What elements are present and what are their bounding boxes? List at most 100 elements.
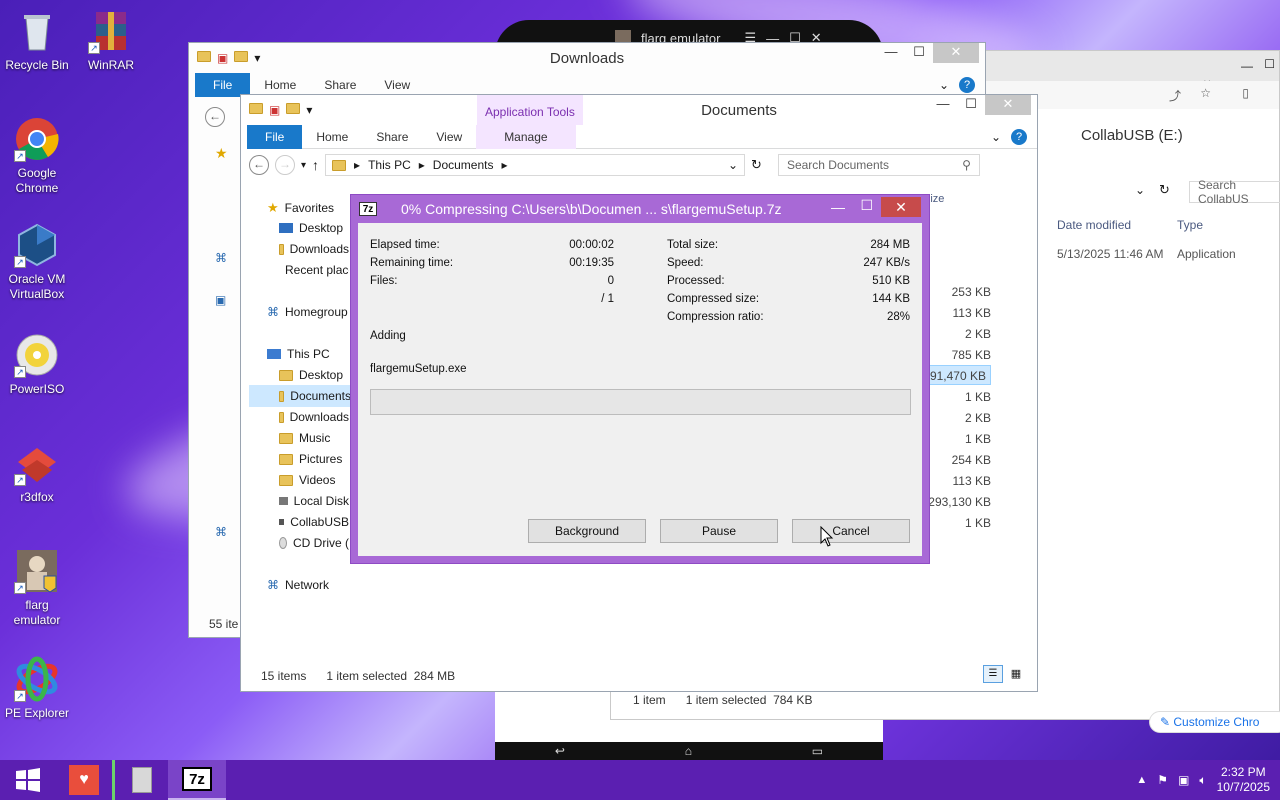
nav-pc-desktop[interactable]: Desktop [279, 368, 343, 382]
maximize-button[interactable]: ☐ [905, 43, 933, 63]
show-hidden-icons-icon[interactable]: ▲ [1136, 774, 1147, 786]
share-icon[interactable]: ⤴ [1169, 87, 1181, 104]
taskbar-health-app[interactable]: ♥ [56, 760, 112, 800]
star-icon[interactable]: ☆ [1200, 86, 1211, 100]
compression-ratio-label: Compression ratio: [667, 311, 764, 323]
breadcrumb-documents[interactable]: Documents [433, 158, 494, 172]
pause-button[interactable]: Pause [660, 519, 778, 543]
breadcrumb-this-pc[interactable]: This PC [368, 158, 411, 172]
maximize-icon[interactable]: ☐ [1264, 57, 1275, 71]
compress-progress-dialog[interactable]: 7z 0% Compressing C:\Users\b\Documen ...… [350, 194, 930, 564]
tab-view[interactable]: View [370, 73, 424, 97]
search-input[interactable]: Search Documents ⚲ [777, 154, 980, 176]
taskbar-7zip[interactable]: 7z [168, 760, 226, 800]
back-button[interactable]: ← [249, 155, 269, 175]
maximize-button[interactable]: ☐ [957, 95, 985, 115]
forward-button[interactable]: → [275, 155, 295, 175]
back-button[interactable]: ← [205, 107, 225, 127]
close-button[interactable]: ✕ [933, 43, 979, 63]
col-header-date[interactable]: Date modified [1057, 218, 1131, 232]
status-selected: 1 item selected 784 KB [685, 693, 813, 707]
nav-favorites[interactable]: ★ Favorites [267, 200, 334, 216]
nav-pc-documents[interactable]: Documents [249, 385, 351, 407]
recents-nav-icon[interactable]: ▭ [812, 744, 823, 758]
poweriso-icon: ↗ [14, 332, 60, 378]
desktop-icon-flarg-emulator[interactable]: ↗ flarg emulator [2, 548, 72, 628]
minimize-button[interactable]: — [929, 95, 957, 115]
breadcrumb-separator-icon: ▸ [354, 158, 361, 172]
action-label: Adding [370, 330, 406, 342]
nav-cd-drive[interactable]: CD Drive ( [279, 536, 349, 550]
clock[interactable]: 2:32 PM 10/7/2025 [1217, 765, 1270, 795]
desktop-icon-google-chrome[interactable]: ↗ Google Chrome [2, 116, 72, 196]
tab-share[interactable]: Share [362, 125, 422, 149]
expand-ribbon-icon[interactable]: ⌄ [991, 130, 1001, 144]
nav-homegroup[interactable]: ⌘ Homegroup [267, 305, 348, 319]
desktop-icon-poweriso[interactable]: ↗ PowerISO [2, 332, 72, 397]
nav-pc-downloads[interactable]: Downloads [279, 410, 349, 424]
address-bar[interactable]: ▸ This PC ▸ Documents ▸ ⌄ [325, 154, 746, 176]
tab-home[interactable]: Home [302, 125, 362, 149]
new-folder-icon[interactable] [286, 103, 301, 114]
tab-file[interactable]: File [247, 124, 303, 149]
sidebar-icon[interactable]: ▯ [1242, 86, 1249, 100]
nav-music[interactable]: Music [279, 431, 330, 445]
desktop-icon-recycle-bin[interactable]: Recycle Bin [2, 8, 72, 73]
7zip-taskbar-icon: 7z [182, 767, 212, 791]
close-button[interactable]: ✕ [985, 95, 1031, 115]
collab-address-chevron[interactable]: ⌄ [1135, 183, 1145, 197]
desktop-icon-r3dfox[interactable]: ↗ r3dfox [2, 440, 72, 505]
desktop-icon-virtualbox[interactable]: ↗ Oracle VM VirtualBox [2, 222, 72, 302]
size-cell: 1 KB [964, 516, 991, 530]
col-header-type[interactable]: Type [1177, 218, 1203, 232]
nav-this-pc[interactable]: This PC [267, 347, 330, 361]
help-icon[interactable]: ? [1011, 128, 1027, 145]
back-nav-icon[interactable]: ↩ [555, 744, 565, 758]
customize-chrome-button[interactable]: ✎ Customize Chro [1149, 711, 1280, 733]
address-dropdown-icon[interactable]: ⌄ [728, 158, 738, 172]
close-button[interactable]: ✕ [881, 197, 921, 217]
properties-icon[interactable]: ▣ [269, 103, 280, 117]
action-center-flag-icon[interactable]: ⚑ [1157, 773, 1168, 787]
help-icon[interactable]: ? [959, 76, 975, 93]
nav-videos[interactable]: Videos [279, 473, 335, 487]
nav-pictures[interactable]: Pictures [279, 452, 342, 466]
tab-share[interactable]: Share [310, 73, 370, 97]
tab-manage[interactable]: Manage [476, 124, 576, 149]
home-nav-icon[interactable]: ⌂ [685, 744, 692, 758]
cancel-button[interactable]: Cancel [792, 519, 910, 543]
background-button[interactable]: Background [528, 519, 646, 543]
minimize-button[interactable]: — [831, 199, 845, 215]
tab-file[interactable]: File [195, 72, 251, 97]
refresh-icon[interactable]: ↻ [751, 157, 762, 173]
minimize-button[interactable]: — [877, 43, 905, 63]
taskbar-file-explorer[interactable] [112, 760, 168, 800]
desktop-icon-winrar[interactable]: ↗ WinRAR [76, 8, 146, 73]
nav-local-disk[interactable]: Local Disk [279, 494, 349, 508]
maximize-button[interactable]: ☐ [860, 197, 873, 214]
network-status-icon[interactable]: ▣ [1178, 773, 1189, 787]
nav-recent-places[interactable]: Recent places [279, 263, 349, 277]
recent-locations-icon[interactable]: ▾ [301, 160, 306, 171]
nav-network[interactable]: ⌘ Network [267, 578, 329, 592]
start-button[interactable] [0, 760, 56, 800]
large-icons-view-icon[interactable]: ▦ [1007, 665, 1025, 683]
collab-search-input[interactable]: Search CollabUS [1189, 178, 1280, 206]
desktop-icon-label: Recycle Bin [5, 58, 69, 72]
pictures-folder-icon [279, 453, 293, 465]
volume-muted-icon[interactable]: 🔈︎ [1199, 773, 1206, 788]
details-view-icon[interactable]: ☰ [983, 665, 1003, 683]
size-cell: 2 KB [964, 411, 991, 425]
desktop-icon-pe-explorer[interactable]: ↗ PE Explorer [2, 656, 72, 721]
tab-home[interactable]: Home [250, 73, 310, 97]
refresh-icon[interactable]: ↻ [1159, 182, 1170, 198]
nav-collabusb[interactable]: CollabUSB [279, 515, 349, 529]
nav-downloads[interactable]: Downloads [279, 242, 349, 256]
nav-desktop[interactable]: Desktop [279, 221, 343, 235]
minimize-icon[interactable]: — [1241, 59, 1253, 73]
dropdown-icon[interactable]: ▾ [306, 103, 312, 117]
music-folder-icon [279, 432, 293, 444]
up-button[interactable]: ↑ [312, 157, 319, 173]
expand-ribbon-icon[interactable]: ⌄ [939, 78, 949, 92]
tab-view[interactable]: View [422, 125, 476, 149]
